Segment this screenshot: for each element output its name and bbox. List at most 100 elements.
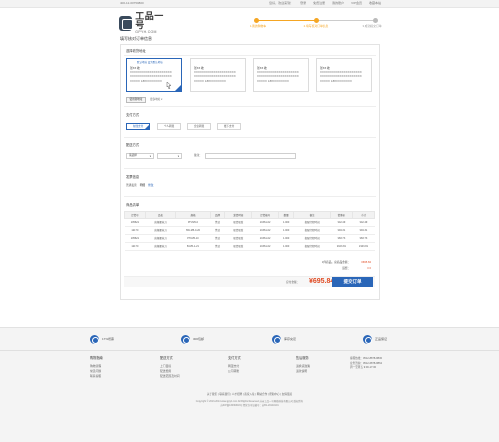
address-line: XXXXXXXXXXXXXXXXXXXXX xyxy=(257,75,299,79)
table-cell: 现货现发 xyxy=(224,234,252,243)
invoice-modify-link[interactable]: 修改 xyxy=(148,184,153,187)
footer-link[interactable]: 网银支付 xyxy=(228,364,241,368)
payment-option-offline[interactable]: 线下支付 xyxy=(217,123,241,130)
table-cell[interactable]: 直角螺丝刀 xyxy=(145,234,176,243)
column-header: 订货号 xyxy=(124,211,146,219)
address-card-2[interactable]: 张XX 收 XXXXXXXXXXXXXXXXXXXXX XXXXXXXXXXXX… xyxy=(190,58,246,92)
footer-link[interactable]: 上门自提 xyxy=(160,364,180,368)
footer-link[interactable]: 退换货政策 xyxy=(296,364,310,368)
address-card-3[interactable]: 张XX 收 XXXXXXXXXXXXXXXXXXXXX XXXXXXXXXXXX… xyxy=(253,58,309,92)
address-line: XXXXX 188XXXXXXXX xyxy=(257,79,289,83)
footer-link[interactable]: 常见问题 xyxy=(90,369,103,373)
selected-corner-icon xyxy=(175,85,181,91)
favorite-link[interactable]: 收藏本站 xyxy=(369,1,381,6)
table-cell: ¥103.81 xyxy=(330,242,353,251)
address-card-4[interactable]: 张XX 收 XXXXXXXXXXXXXXXXXXXXX XXXXXXXXXXXX… xyxy=(316,58,372,92)
footer-link[interactable]: 配送范围及时间 xyxy=(160,374,180,378)
register-link[interactable]: 免费注册 xyxy=(313,1,325,6)
footer-links[interactable]: 关于我们 | 联系我们 | 人才招聘 | 商家入驻 | 网站合作 | 帮助中心 … xyxy=(0,393,499,396)
divider xyxy=(0,350,499,351)
default-address-label[interactable]: 默认地址 设为默认地址 xyxy=(137,61,163,64)
table-cell: 1.000 xyxy=(278,234,294,243)
page-title: 填写核对订单信息 xyxy=(120,36,152,41)
my-account-link[interactable]: 我的账户 xyxy=(332,1,344,6)
delivery-section-title: 配送方式 xyxy=(126,143,140,147)
chevron-down-icon: ▾ xyxy=(177,155,179,158)
table-cell: SW-M5-0-20 xyxy=(175,226,211,235)
remark-label: 备注： xyxy=(194,154,202,157)
address-name: 张XX 收 xyxy=(320,67,330,70)
copyright: Copyright © 2013-2014 www.gpyh.com All R… xyxy=(0,400,499,408)
guarantee-stock: 库存充足 xyxy=(272,335,296,344)
freight-label: 运费： xyxy=(342,267,351,270)
address-name: 张XX 收 xyxy=(130,67,140,70)
payment-option-personal[interactable]: 个人转账 xyxy=(157,123,181,130)
table-cell: ¥94.31 xyxy=(330,226,353,235)
step-label-2: 2.填写核对订单信息 xyxy=(303,24,329,28)
divider xyxy=(124,196,376,197)
payment-section-title: 支付方式 xyxy=(126,113,140,117)
vip-link[interactable]: VIP会员 xyxy=(351,1,362,6)
new-address-button[interactable]: 使用新地址 xyxy=(126,97,146,103)
footer-link[interactable]: 购物流程 xyxy=(90,364,103,368)
table-cell: 指配行程时间 xyxy=(293,218,331,227)
goods-table: 订货号 品名 规格 品牌 发货时间 订货编号 数量 备注 优惠价 小计 1056… xyxy=(124,211,376,251)
footer-link[interactable]: 配送费用 xyxy=(160,369,180,373)
hand-cursor-icon xyxy=(166,82,171,89)
table-cell[interactable]: 直角螺丝刀 xyxy=(145,242,176,251)
footer-col-payment: 支付方式 网银支付 公司转账 xyxy=(228,356,241,373)
footer-link[interactable]: 退款说明 xyxy=(296,369,310,373)
column-header: 优惠价 xyxy=(329,211,353,219)
table-cell: PH-M5-10 xyxy=(175,234,211,243)
address-section-title: 选择收货地址 xyxy=(126,49,146,53)
column-header: 数量 xyxy=(278,211,295,219)
table-cell[interactable]: 直角螺丝刀 xyxy=(145,218,176,227)
more-address-link[interactable]: 更多地址 ▾ xyxy=(150,98,162,101)
login-link[interactable]: 登录 xyxy=(300,1,306,6)
invoice-type: 普通发票 xyxy=(126,184,137,187)
selected-corner-icon xyxy=(145,125,149,129)
table-cell: 现货现发 xyxy=(224,218,252,227)
contact-line: 周一至周五 9:00-17:00 xyxy=(350,366,377,369)
footer-col-service: 售后服务 退换货政策 退款说明 xyxy=(296,356,310,373)
delivery-time-select[interactable]: ▾ xyxy=(157,153,182,159)
address-line: XXXXXXXXXXXXXXXXXXXXX xyxy=(320,75,362,79)
table-cell: 世达 xyxy=(210,218,225,227)
delivery-select[interactable]: 请选择 ▾ xyxy=(126,153,154,159)
footer-link[interactable]: 联系客服 xyxy=(90,374,103,378)
address-line: XXXXX 188XXXXXXXX xyxy=(194,79,226,83)
table-cell[interactable]: 直角螺丝刀 xyxy=(145,226,176,235)
invoice-info: 普通发票 明细 修改 xyxy=(126,184,154,187)
footer-col-delivery: 配送方式 上门自提 配送费用 配送范围及时间 xyxy=(160,356,180,378)
genuine-badge-icon xyxy=(363,335,372,344)
payment-option-online[interactable]: 在线支付 xyxy=(126,123,150,130)
order-steps: 1.我的购物车 2.填写核对订单信息 3.成功提交订单 xyxy=(250,17,382,33)
freight-value: ¥ 0 xyxy=(367,267,371,270)
step-dot-3 xyxy=(373,18,378,23)
table-cell: 现货现发 xyxy=(224,226,252,235)
column-header: 订货编号 xyxy=(251,211,280,219)
step-label-3: 3.成功提交订单 xyxy=(362,24,382,28)
submit-order-button[interactable]: 提交订单 xyxy=(332,277,373,287)
table-cell: 105621 xyxy=(124,218,146,227)
address-name: 张XX 收 xyxy=(194,67,204,70)
goods-total-label: 1件商品，总商品金额： xyxy=(321,261,351,264)
column-header: 备注 xyxy=(293,211,331,219)
guarantee-label: 17%增票 xyxy=(102,336,115,341)
divider xyxy=(124,137,376,138)
step-line-done xyxy=(256,20,316,21)
payment-option-company[interactable]: 企业转账 xyxy=(187,123,211,130)
address-name: 张XX 收 xyxy=(257,67,267,70)
table-cell: ¥83.73 xyxy=(352,234,375,243)
payable-amount: ¥695.84 xyxy=(309,278,335,285)
site-logo[interactable]: 工品一号 GPYH.COM xyxy=(119,11,169,34)
table-cell: 世达 xyxy=(210,234,225,243)
address-card-1[interactable]: 默认地址 设为默认地址 张XX 收 XXXXXXXXXXXXXXXXXXXXX … xyxy=(126,58,182,92)
footer-col-guide: 购物指南 购物流程 常见问题 联系客服 xyxy=(90,356,103,378)
footer-link[interactable]: 公司转账 xyxy=(228,369,241,373)
payment-option-label: 线下支付 xyxy=(223,125,235,128)
goods-total-line: 1件商品，总商品金额： ¥695.84 xyxy=(322,261,371,264)
payment-option-label: 企业转账 xyxy=(193,125,205,128)
remark-input[interactable] xyxy=(205,153,296,159)
footer xyxy=(0,327,499,442)
